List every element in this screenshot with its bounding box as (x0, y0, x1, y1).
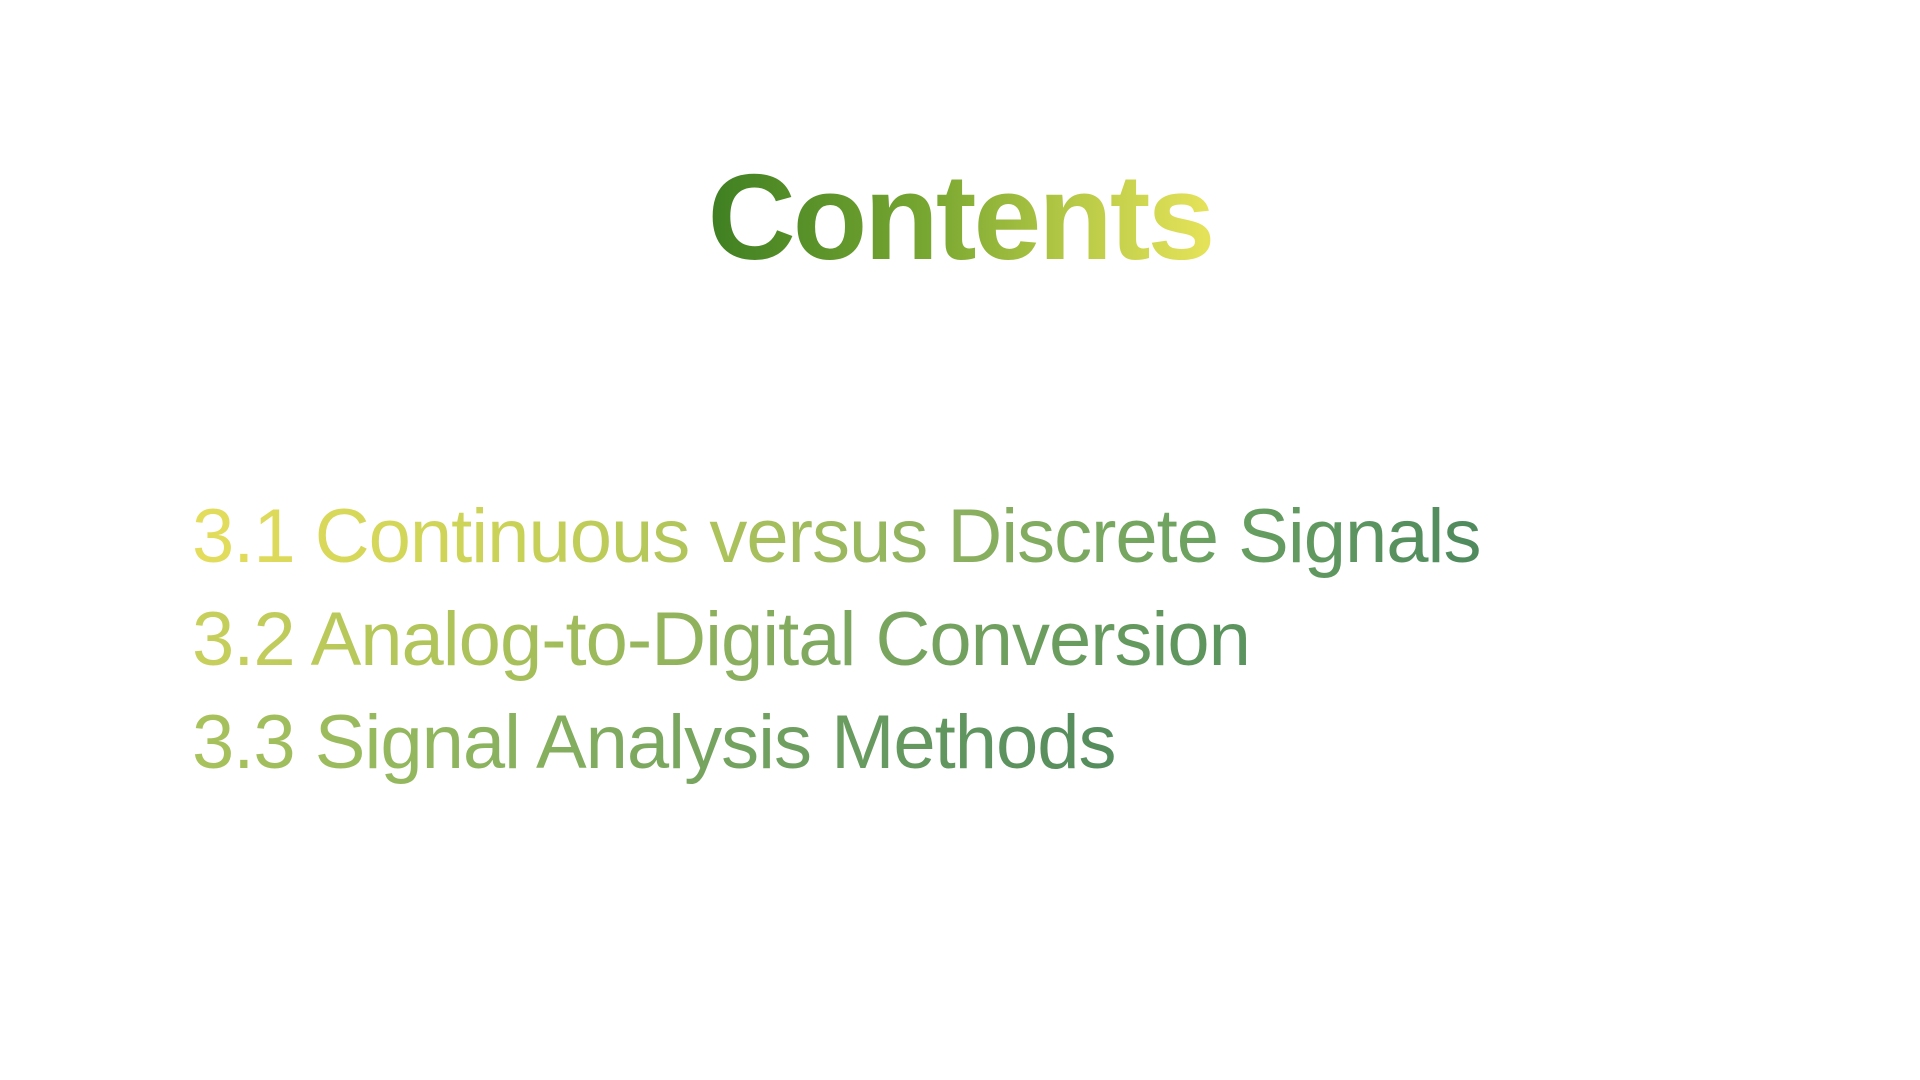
toc-item-label: 3.1 Continuous versus Discrete Signals (192, 494, 1481, 579)
toc-item-3-1: 3.1 Continuous versus Discrete Signals (192, 494, 1792, 597)
toc-item-label: 3.3 Signal Analysis Methods (192, 700, 1117, 785)
toc-item-3-3: 3.3 Signal Analysis Methods (192, 700, 1792, 803)
slide: Contents 3.1 Continuous versus Discrete … (0, 0, 1920, 1080)
toc-item-label: 3.2 Analog-to-Digital Conversion (192, 597, 1251, 682)
toc-item-3-2: 3.2 Analog-to-Digital Conversion (192, 597, 1792, 700)
page-title-text: Contents (707, 149, 1216, 285)
table-of-contents: 3.1 Continuous versus Discrete Signals 3… (192, 494, 1792, 803)
page-title: Contents (0, 150, 1920, 284)
